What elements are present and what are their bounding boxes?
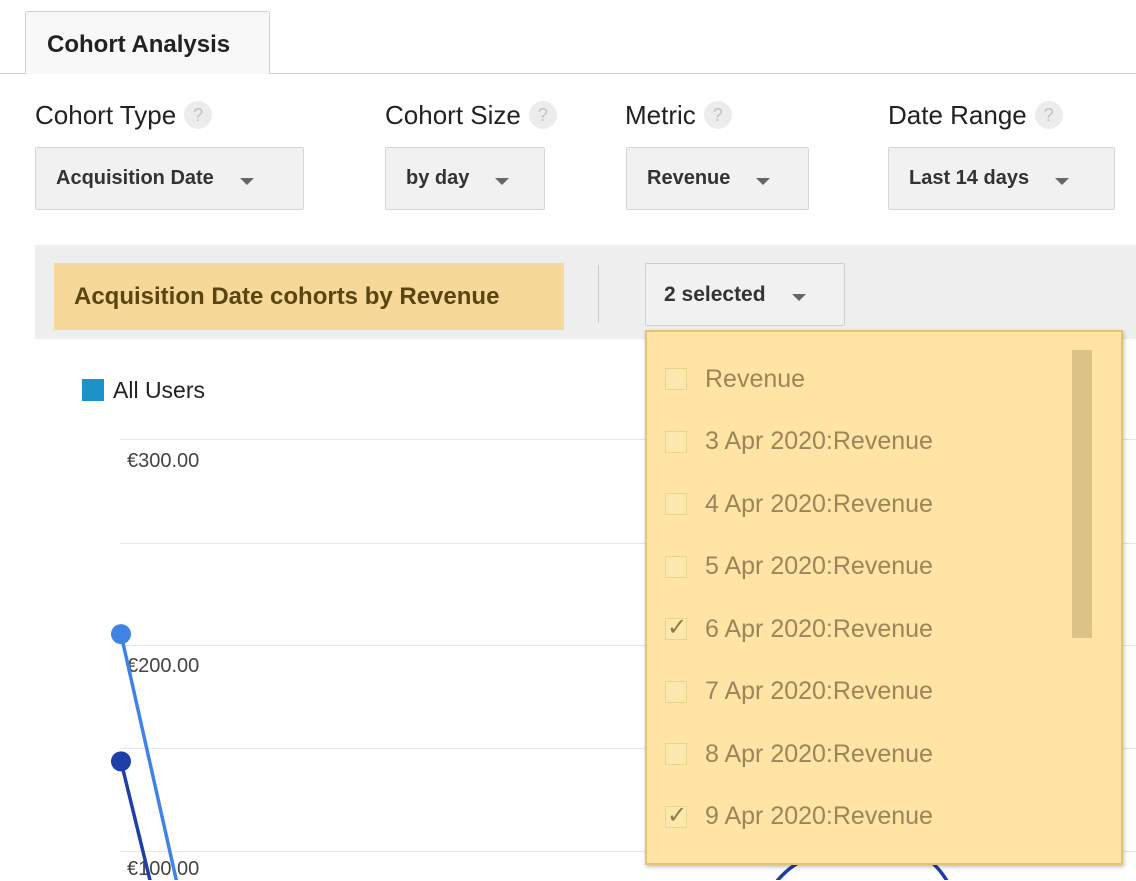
option-checkbox[interactable] (665, 430, 687, 453)
data-point[interactable] (111, 751, 131, 772)
option-checkbox[interactable] (665, 801, 687, 830)
dropdown-option[interactable]: 6 Apr 2020:Revenue (647, 598, 1067, 660)
option-label: 8 Apr 2020:Revenue (705, 739, 933, 768)
option-label: 5 Apr 2020:Revenue (705, 552, 933, 580)
scrollbar[interactable] (1072, 350, 1092, 638)
dropdown-option[interactable]: 9 Apr 2020:Revenue (647, 786, 1067, 848)
option-checkbox[interactable] (665, 613, 687, 642)
dropdown-option[interactable]: 10 Apr 2020:Revenue (647, 848, 1067, 866)
series-dropdown-menu: Revenue 3 Apr 2020:Revenue 4 Apr 2020:Reve… (645, 330, 1123, 865)
dropdown-option[interactable]: 8 Apr 2020:Revenue (647, 723, 1067, 785)
option-label: Revenue (705, 364, 806, 393)
option-label: 3 Apr 2020:Revenue (705, 427, 933, 455)
option-checkbox[interactable] (665, 743, 687, 765)
dropdown-option[interactable]: Revenue (647, 348, 1067, 410)
dropdown-option[interactable]: 7 Apr 2020:Revenue (647, 661, 1067, 723)
dropdown-option[interactable]: 5 Apr 2020:Revenue (647, 536, 1067, 598)
option-label: 10 Apr 2020:Revenue (705, 865, 947, 866)
dropdown-option[interactable]: 3 Apr 2020:Revenue (647, 411, 1067, 473)
series-line (119, 760, 152, 880)
option-checkbox[interactable] (665, 680, 687, 703)
option-checkbox[interactable] (665, 555, 687, 578)
option-label: 6 Apr 2020:Revenue (705, 614, 933, 643)
option-checkbox[interactable] (665, 368, 687, 390)
option-label: 4 Apr 2020:Revenue (705, 489, 933, 518)
dropdown-option[interactable]: 4 Apr 2020:Revenue (647, 473, 1067, 535)
data-point[interactable] (111, 624, 131, 645)
option-label: 9 Apr 2020:Revenue (705, 802, 933, 830)
option-checkbox[interactable] (665, 493, 687, 515)
option-label: 7 Apr 2020:Revenue (705, 677, 933, 705)
